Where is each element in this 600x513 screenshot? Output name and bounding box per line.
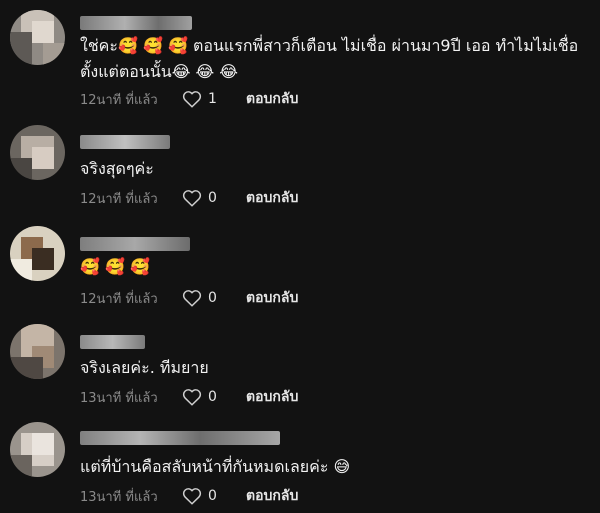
- comment-meta: 12นาที ที่แล้ว 0 ตอบกลับ: [80, 187, 298, 209]
- comment-meta: 13นาที ที่แล้ว 0 ตอบกลับ: [80, 485, 298, 507]
- reply-button[interactable]: ตอบกลับ: [246, 287, 298, 309]
- comment-item: แต่ที่บ้านคือสลับหน้าที่กันหมดเลยค่ะ 😅 1…: [0, 418, 600, 513]
- heart-outline-icon[interactable]: [182, 388, 202, 406]
- comment-time: 13นาที ที่แล้ว: [80, 390, 158, 406]
- comment-text: 🥰 🥰 🥰: [80, 257, 150, 276]
- comment-text: จริงเลยค่ะ. ทีมยาย: [80, 358, 209, 377]
- avatar[interactable]: [10, 324, 65, 379]
- comment-text: จริงสุดๆค่ะ: [80, 159, 154, 178]
- reply-button[interactable]: ตอบกลับ: [246, 485, 298, 507]
- comment-time: 13นาที ที่แล้ว: [80, 489, 158, 505]
- username-redacted[interactable]: [80, 237, 190, 251]
- heart-outline-icon[interactable]: [182, 189, 202, 207]
- username-redacted[interactable]: [80, 135, 170, 149]
- like-count: 0: [208, 389, 217, 405]
- reply-button[interactable]: ตอบกลับ: [246, 88, 298, 110]
- username-redacted[interactable]: [80, 16, 192, 30]
- username-redacted[interactable]: [80, 431, 280, 445]
- comment-time: 12นาที ที่แล้ว: [80, 291, 158, 307]
- reply-button[interactable]: ตอบกลับ: [246, 386, 298, 408]
- heart-outline-icon[interactable]: [182, 90, 202, 108]
- avatar[interactable]: [10, 226, 65, 281]
- comment-item: 🥰 🥰 🥰 12นาที ที่แล้ว 0 ตอบกลับ: [0, 218, 600, 318]
- like-count: 0: [208, 290, 217, 306]
- comment-time: 12นาที ที่แล้ว: [80, 92, 158, 108]
- avatar[interactable]: [10, 125, 65, 180]
- comment-text: แต่ที่บ้านคือสลับหน้าที่กันหมดเลยค่ะ 😅: [80, 457, 351, 476]
- comment-meta: 13นาที ที่แล้ว 0 ตอบกลับ: [80, 386, 298, 408]
- avatar[interactable]: [10, 10, 65, 65]
- comment-item: ใช่คะ🥰 🥰 🥰 ตอนแรกพี่สาวก็เตือน ไม่เชื่อ …: [0, 0, 600, 118]
- like-count: 1: [208, 91, 217, 107]
- reply-button[interactable]: ตอบกลับ: [246, 187, 298, 209]
- comment-text: ใช่คะ🥰 🥰 🥰 ตอนแรกพี่สาวก็เตือน ไม่เชื่อ …: [80, 36, 579, 81]
- comment-item: จริงสุดๆค่ะ 12นาที ที่แล้ว 0 ตอบกลับ: [0, 118, 600, 218]
- comment-time: 12นาที ที่แล้ว: [80, 191, 158, 207]
- comment-item: จริงเลยค่ะ. ทีมยาย 13นาที ที่แล้ว 0 ตอบก…: [0, 318, 600, 418]
- heart-outline-icon[interactable]: [182, 487, 202, 505]
- like-count: 0: [208, 488, 217, 504]
- username-redacted[interactable]: [80, 335, 145, 349]
- comment-meta: 12นาที ที่แล้ว 1 ตอบกลับ: [80, 88, 298, 110]
- comment-meta: 12นาที ที่แล้ว 0 ตอบกลับ: [80, 287, 298, 309]
- like-count: 0: [208, 190, 217, 206]
- avatar[interactable]: [10, 422, 65, 477]
- heart-outline-icon[interactable]: [182, 289, 202, 307]
